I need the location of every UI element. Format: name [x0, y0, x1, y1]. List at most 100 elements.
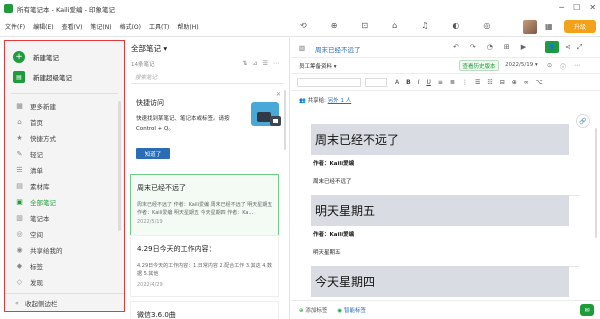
- home-icon[interactable]: ⌂: [392, 21, 397, 30]
- sidebar-item-discover[interactable]: ◇ 发现: [5, 274, 124, 290]
- view-icon[interactable]: ☰: [263, 60, 268, 67]
- more-format-icon[interactable]: ⌥: [536, 79, 543, 86]
- sidebar-item-checklist[interactable]: ☰ 清单: [5, 162, 124, 178]
- avatar[interactable]: [523, 20, 537, 34]
- insert-icon[interactable]: ⊕: [512, 79, 517, 86]
- menu-view[interactable]: 查看(V): [62, 22, 83, 31]
- font-family-select[interactable]: [297, 78, 361, 87]
- sidebar-item-library[interactable]: ▤ 素材库: [5, 178, 124, 194]
- bullet-list-icon[interactable]: ≣: [450, 79, 455, 86]
- theme-icon[interactable]: ◐: [452, 21, 459, 30]
- smart-tag-button[interactable]: ◉ 智能标签: [337, 306, 366, 314]
- location-icon[interactable]: ⊙: [547, 62, 552, 71]
- note-list-title[interactable]: 全部笔记 ▾: [131, 43, 167, 54]
- note-snippet: 4.29日今天的工作内容：1.日常内容 2.配合工作 3.其这 4.数据 5.其…: [137, 263, 272, 277]
- editor-note-title[interactable]: 周末已经不远了: [315, 44, 361, 54]
- layout-icon[interactable]: ⊞: [504, 43, 510, 51]
- reminder-icon[interactable]: ◔: [487, 43, 493, 51]
- menu-note[interactable]: 笔记(N): [90, 22, 111, 31]
- search-input[interactable]: 搜索笔记: [131, 73, 283, 84]
- sidebar-item-tags[interactable]: ◆ 标签: [5, 258, 124, 274]
- sync-icon[interactable]: ⟲: [300, 21, 307, 30]
- close-icon[interactable]: ✕: [276, 91, 281, 98]
- menu-tools[interactable]: 工具(T): [149, 22, 169, 31]
- notes-icon: ▣: [16, 198, 23, 206]
- filter-icon[interactable]: ⊿: [253, 60, 258, 67]
- doc-author-name: Kaili爱编: [329, 232, 355, 238]
- note-card[interactable]: 微信3.6.0曲: [130, 301, 279, 319]
- shared-with-label: 共享给:: [307, 98, 326, 104]
- keyboard-illustration-icon: [251, 102, 281, 126]
- maximize-icon[interactable]: ☐: [573, 3, 580, 12]
- apps-grid-icon[interactable]: ▦: [545, 22, 553, 31]
- sidebar-item-label: 首页: [30, 119, 43, 127]
- sidebar-item-notebooks[interactable]: ▥ 笔记本: [5, 210, 124, 226]
- italic-icon[interactable]: I: [418, 79, 420, 86]
- more-icon[interactable]: ⋯: [273, 60, 279, 67]
- note-date-select[interactable]: 2022/5/19 ▾: [505, 62, 538, 68]
- doc-section: 周末已经不远了 作者：Kaili爱编 周末已经不远了: [311, 124, 579, 196]
- minimize-icon[interactable]: ─: [559, 3, 564, 12]
- underline-icon[interactable]: U: [426, 79, 430, 86]
- editor-scrollbar[interactable]: [595, 128, 597, 238]
- share-person-icon[interactable]: 👤: [545, 41, 559, 53]
- sidebar-item-spaces[interactable]: ◎ 空间: [5, 226, 124, 242]
- plus-icon: +: [13, 51, 25, 63]
- expand-icon[interactable]: ⤢: [577, 43, 583, 52]
- new-note-button[interactable]: + 新建笔记: [5, 47, 124, 67]
- note-content[interactable]: 周末已经不远了 作者：Kaili爱编 周末已经不远了 明天星期五 作者：Kail…: [291, 110, 600, 300]
- sidebar-item-home[interactable]: ⌂ 首页: [5, 114, 124, 130]
- font-color-icon[interactable]: A: [395, 79, 399, 86]
- new-super-note-button[interactable]: ▤ 新建超级笔记: [5, 67, 124, 87]
- checklist-icon: ☰: [16, 166, 23, 174]
- menu-help[interactable]: 帮助(H): [177, 22, 198, 31]
- menu-edit[interactable]: 编辑(E): [33, 22, 53, 31]
- upgrade-button[interactable]: 升级: [564, 20, 596, 33]
- share-icon[interactable]: ⋖: [565, 43, 571, 51]
- sidebar-item-label: 快捷方式: [30, 135, 56, 143]
- sidebar-item-shortcuts[interactable]: ★ 快捷方式: [5, 130, 124, 146]
- shared-with-link[interactable]: 另外 1 人: [328, 98, 352, 104]
- sidebar-item-shared[interactable]: ◉ 共享给我的: [5, 242, 124, 258]
- layout-icon[interactable]: ⊡: [361, 21, 368, 30]
- note-list-scrollbar[interactable]: [284, 90, 286, 150]
- menu-format[interactable]: 格式(O): [120, 22, 141, 31]
- sort-icon[interactable]: ⇅: [243, 60, 248, 67]
- got-it-button[interactable]: 知道了: [136, 148, 170, 159]
- note-card[interactable]: 4.29日今天的工作内容： 4.29日今天的工作内容：1.日常内容 2.配合工作…: [130, 235, 279, 297]
- more-icon[interactable]: ⋯: [574, 62, 580, 71]
- info-icon[interactable]: ⓘ: [560, 62, 566, 71]
- menu-file[interactable]: 文件(F): [5, 22, 25, 31]
- font-size-select[interactable]: [365, 78, 387, 87]
- chat-icon[interactable]: ✉: [580, 304, 594, 316]
- redo-icon[interactable]: ↷: [470, 43, 476, 51]
- doc-heading: 周末已经不远了: [311, 124, 569, 155]
- table-icon[interactable]: ☷: [487, 79, 492, 86]
- sidebar-item-quick-notes[interactable]: ✎ 轻记: [5, 146, 124, 162]
- quick-access-description: 快速找到某笔记、笔记本或标签。请按Control + Q。: [136, 116, 230, 132]
- sidebar-scrollbar[interactable]: [118, 101, 121, 231]
- add-tag-button[interactable]: ⊕ 添加标签: [299, 306, 327, 314]
- add-icon[interactable]: ⊕: [331, 21, 338, 30]
- notebook-select[interactable]: 员工筹备资料 ▾: [299, 62, 337, 70]
- history-button[interactable]: 查看历史版本: [459, 60, 499, 71]
- add-tag-label: 添加标签: [305, 308, 328, 314]
- align-icon[interactable]: ≡: [438, 79, 443, 86]
- doc-paragraph: 周末已经不远了: [313, 179, 352, 185]
- bell-icon[interactable]: ♫: [421, 21, 428, 30]
- sidebar-item-label: 轻记: [30, 151, 43, 159]
- present-icon[interactable]: ▶: [521, 43, 526, 51]
- numbered-list-icon[interactable]: ⋮: [462, 79, 468, 86]
- sidebar-item-label: 空间: [30, 231, 43, 239]
- target-icon[interactable]: ◎: [483, 21, 490, 30]
- close-icon[interactable]: ✕: [589, 3, 596, 12]
- link-icon[interactable]: ∞: [524, 79, 529, 86]
- sidebar-item-more[interactable]: ▦ 更多新建: [5, 98, 124, 114]
- sidebar-item-all-notes[interactable]: ▣ 全部笔记: [5, 194, 124, 210]
- collapse-sidebar-button[interactable]: « 收起侧边栏: [5, 293, 124, 311]
- bold-icon[interactable]: B: [406, 79, 411, 86]
- undo-icon[interactable]: ↶: [453, 43, 459, 51]
- divider-icon[interactable]: ⊟: [500, 79, 505, 86]
- checklist-icon[interactable]: ☰: [475, 79, 480, 86]
- collapse-sidebar-label: 收起侧边栏: [24, 299, 58, 308]
